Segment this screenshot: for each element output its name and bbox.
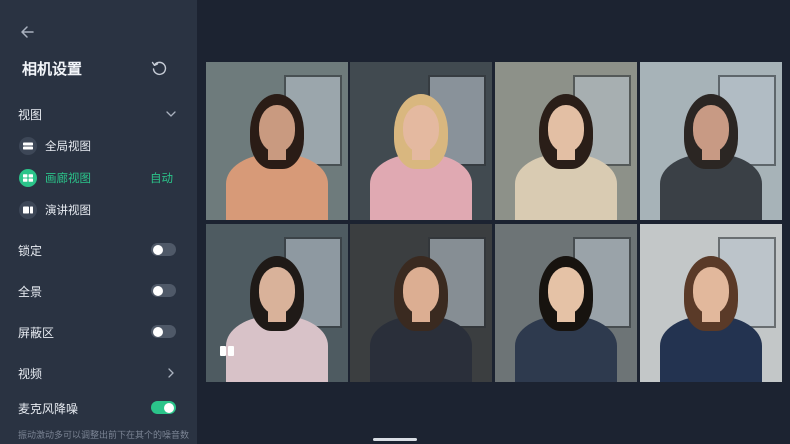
view-option-speaker[interactable]: 演讲视图 [0,197,197,223]
video-tile[interactable] [640,62,782,220]
panorama-label: 全景 [18,284,43,299]
gallery-badge-icon [220,346,234,356]
chevron-down-icon [166,111,176,117]
noise-label: 麦克风降噪 [18,401,79,416]
reset-button[interactable] [149,58,169,78]
video-gallery [197,0,790,444]
auto-badge: 自动 [150,171,173,185]
back-button[interactable] [16,22,40,42]
video-tile[interactable] [350,62,492,220]
noise-toggle[interactable] [151,401,176,414]
video-section-header[interactable]: 视频 [0,359,197,387]
reset-icon [151,61,167,75]
view-option-label: 演讲视图 [45,203,91,217]
view-option-gallery[interactable]: 画廊视图 自动 [0,165,197,191]
video-tile[interactable] [640,224,782,382]
chevron-right-icon [168,368,174,378]
view-option-global[interactable]: 全局视图 [0,133,197,159]
panorama-toggle[interactable] [151,284,176,297]
video-tile[interactable] [495,224,637,382]
back-arrow-icon [21,26,34,38]
view-section-label: 视图 [18,107,43,122]
video-tile[interactable] [495,62,637,220]
home-indicator[interactable] [373,438,417,441]
video-section-label: 视频 [18,366,43,381]
page-title: 相机设置 [22,60,83,78]
camera-settings-panel: 相机设置 视图 全局视图 画廊视图 自动 演讲视图 锁定 全景 屏蔽区 视频 麦… [0,0,197,444]
mask-toggle[interactable] [151,325,176,338]
video-tile[interactable] [350,224,492,382]
view-section-header[interactable]: 视图 [0,100,197,128]
video-tile[interactable] [206,224,348,382]
gallery-view-icon [19,169,37,187]
view-option-label: 画廊视图 [45,171,91,185]
lock-label: 锁定 [18,243,43,258]
global-view-icon [19,137,37,155]
mask-label: 屏蔽区 [18,325,55,340]
noise-hint-text: 振动激动多可以调整出前下在其个的噪音数 [18,431,190,441]
video-tile[interactable] [206,62,348,220]
lock-toggle[interactable] [151,243,176,256]
view-option-label: 全局视图 [45,139,91,153]
speaker-view-icon [19,201,37,219]
